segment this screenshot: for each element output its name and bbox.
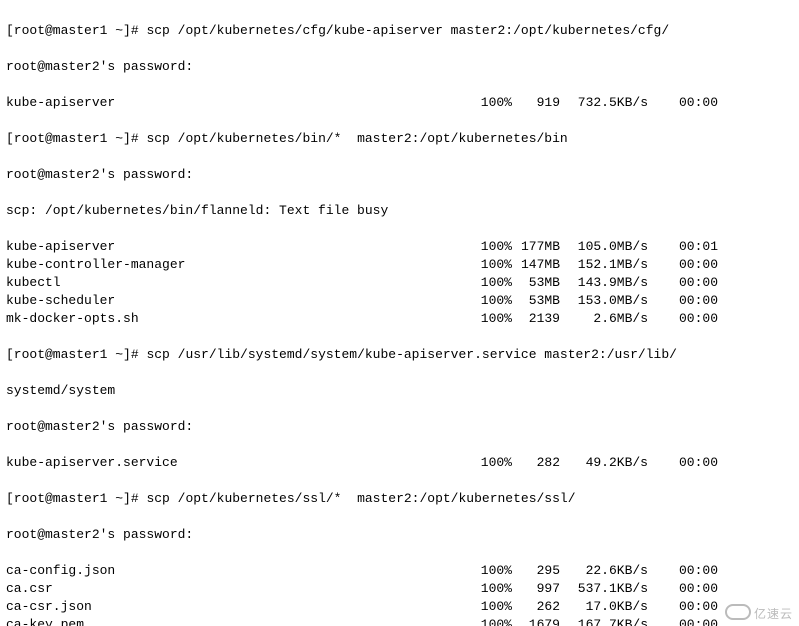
- transfer-row: mk-docker-opts.sh100%21392.6MB/s00:00: [6, 310, 793, 328]
- size: 282: [512, 454, 560, 472]
- percent: 100%: [472, 274, 512, 292]
- rate: 153.0MB/s: [560, 292, 648, 310]
- command: scp /opt/kubernetes/ssl/* master2:/opt/k…: [146, 491, 575, 506]
- password-prompt: root@master2's password:: [6, 526, 793, 544]
- file-name: kube-scheduler: [6, 292, 472, 310]
- percent: 100%: [472, 256, 512, 274]
- rate: 17.0KB/s: [560, 598, 648, 616]
- transfer-row: kube-apiserver100%177MB105.0MB/s00:01: [6, 238, 793, 256]
- transfer-row: ca-config.json100%29522.6KB/s00:00: [6, 562, 793, 580]
- time: 00:00: [648, 94, 718, 112]
- time: 00:00: [648, 598, 718, 616]
- size: 147MB: [512, 256, 560, 274]
- transfer-row: kube-scheduler100%53MB153.0MB/s00:00: [6, 292, 793, 310]
- scp-error: scp: /opt/kubernetes/bin/flanneld: Text …: [6, 202, 793, 220]
- cloud-icon: [725, 604, 751, 620]
- size: 997: [512, 580, 560, 598]
- transfer-row: kube-controller-manager100%147MB152.1MB/…: [6, 256, 793, 274]
- file-name: ca-config.json: [6, 562, 472, 580]
- command: scp /opt/kubernetes/bin/* master2:/opt/k…: [146, 131, 567, 146]
- password-prompt: root@master2's password:: [6, 418, 793, 436]
- rate: 152.1MB/s: [560, 256, 648, 274]
- rate: 49.2KB/s: [560, 454, 648, 472]
- file-name: mk-docker-opts.sh: [6, 310, 472, 328]
- rate: 2.6MB/s: [560, 310, 648, 328]
- percent: 100%: [472, 580, 512, 598]
- watermark: 亿速云: [725, 602, 793, 624]
- size: 1679: [512, 616, 560, 626]
- time: 00:00: [648, 256, 718, 274]
- file-name: ca.csr: [6, 580, 472, 598]
- file-name: kubectl: [6, 274, 472, 292]
- transfer-row: ca.csr100%997537.1KB/s00:00: [6, 580, 793, 598]
- rate: 732.5KB/s: [560, 94, 648, 112]
- password-prompt: root@master2's password:: [6, 166, 793, 184]
- password-prompt: root@master2's password:: [6, 58, 793, 76]
- command-wrap: systemd/system: [6, 382, 793, 400]
- prompt: [root@master1 ~]#: [6, 347, 146, 362]
- time: 00:00: [648, 454, 718, 472]
- size: 177MB: [512, 238, 560, 256]
- percent: 100%: [472, 94, 512, 112]
- percent: 100%: [472, 598, 512, 616]
- transfer-row: kube-apiserver.service100%28249.2KB/s00:…: [6, 454, 793, 472]
- percent: 100%: [472, 616, 512, 626]
- time: 00:00: [648, 274, 718, 292]
- file-name: kube-apiserver: [6, 94, 472, 112]
- rate: 537.1KB/s: [560, 580, 648, 598]
- line: [root@master1 ~]# scp /usr/lib/systemd/s…: [6, 346, 793, 364]
- file-name: ca-key.pem: [6, 616, 472, 626]
- command: scp /usr/lib/systemd/system/kube-apiserv…: [146, 347, 677, 362]
- size: 2139: [512, 310, 560, 328]
- watermark-text: 亿速云: [754, 608, 793, 622]
- file-name: kube-apiserver: [6, 238, 472, 256]
- transfer-row: ca-csr.json100%26217.0KB/s00:00: [6, 598, 793, 616]
- rate: 167.7KB/s: [560, 616, 648, 626]
- rate: 105.0MB/s: [560, 238, 648, 256]
- file-name: kube-controller-manager: [6, 256, 472, 274]
- size: 262: [512, 598, 560, 616]
- transfer-row: kube-apiserver100%919732.5KB/s00:00: [6, 94, 793, 112]
- prompt: [root@master1 ~]#: [6, 131, 146, 146]
- size: 919: [512, 94, 560, 112]
- percent: 100%: [472, 454, 512, 472]
- time: 00:00: [648, 616, 718, 626]
- time: 00:00: [648, 580, 718, 598]
- prompt: [root@master1 ~]#: [6, 491, 146, 506]
- rate: 143.9MB/s: [560, 274, 648, 292]
- time: 00:00: [648, 310, 718, 328]
- rate: 22.6KB/s: [560, 562, 648, 580]
- percent: 100%: [472, 292, 512, 310]
- line: [root@master1 ~]# scp /opt/kubernetes/ss…: [6, 490, 793, 508]
- transfer-row: kubectl100%53MB143.9MB/s00:00: [6, 274, 793, 292]
- percent: 100%: [472, 310, 512, 328]
- size: 53MB: [512, 274, 560, 292]
- line: [root@master1 ~]# scp /opt/kubernetes/cf…: [6, 22, 793, 40]
- size: 53MB: [512, 292, 560, 310]
- terminal[interactable]: [root@master1 ~]# scp /opt/kubernetes/cf…: [0, 0, 799, 626]
- prompt: [root@master1 ~]#: [6, 23, 146, 38]
- file-name: kube-apiserver.service: [6, 454, 472, 472]
- time: 00:00: [648, 562, 718, 580]
- time: 00:01: [648, 238, 718, 256]
- transfer-row: ca-key.pem100%1679167.7KB/s00:00: [6, 616, 793, 626]
- line: [root@master1 ~]# scp /opt/kubernetes/bi…: [6, 130, 793, 148]
- percent: 100%: [472, 562, 512, 580]
- percent: 100%: [472, 238, 512, 256]
- time: 00:00: [648, 292, 718, 310]
- command: scp /opt/kubernetes/cfg/kube-apiserver m…: [146, 23, 669, 38]
- size: 295: [512, 562, 560, 580]
- file-name: ca-csr.json: [6, 598, 472, 616]
